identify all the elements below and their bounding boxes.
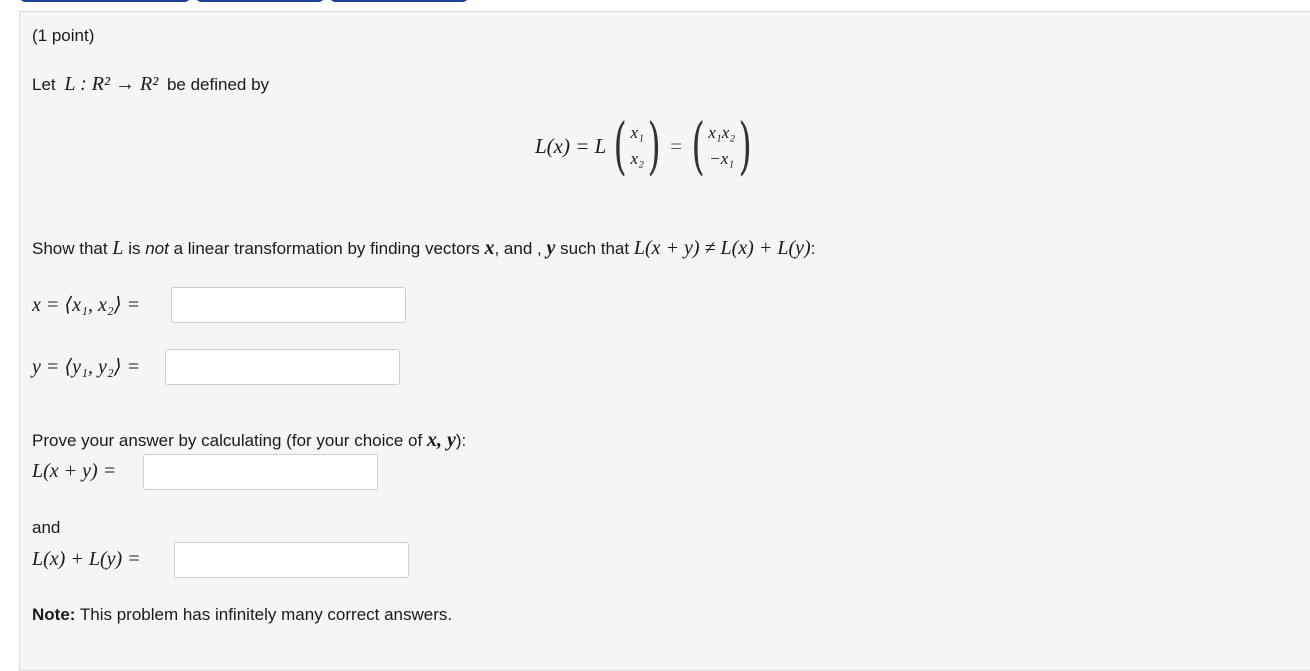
- note-text: This problem has infinitely many correct…: [75, 605, 453, 624]
- vector-x-symbol: x: [484, 237, 495, 259]
- y-answer-input[interactable]: [165, 349, 400, 385]
- split-label: L(x) + L(y) =: [32, 548, 141, 570]
- intro-line: Let L : R² → R² be defined by: [32, 74, 269, 95]
- points-label: (1 point): [32, 26, 95, 45]
- output-vector-top: x₁x₂: [708, 123, 736, 142]
- top-tab-3[interactable]: [330, 0, 468, 2]
- map-symbol: L: [112, 237, 124, 259]
- sum-answer-input[interactable]: [143, 454, 378, 490]
- right-paren-icon: ): [647, 109, 661, 182]
- prove-vars: x, y: [426, 429, 456, 451]
- prove-text: Prove your answer by calculating (for yo…: [32, 431, 423, 450]
- prove-close: ):: [455, 431, 467, 450]
- instruction-part3: a linear transformation by finding vecto…: [173, 239, 480, 258]
- input-vector-bottom: x₂: [630, 149, 645, 168]
- instruction-part1: Show that: [32, 239, 108, 258]
- intro-map: L : R² → R²: [64, 73, 159, 95]
- inequality-formula: L(x + y) ≠ L(x) + L(y): [633, 237, 811, 259]
- input-vector-top: x₁: [630, 123, 645, 142]
- instruction-part5: such that: [560, 239, 630, 258]
- note-line: Note: This problem has infinitely many c…: [32, 605, 452, 625]
- sum-label: L(x + y) =: [32, 460, 117, 482]
- x-field-label: x = ⟨x₁, x₂⟩ =: [32, 294, 141, 316]
- right-paren-icon: ): [738, 109, 752, 182]
- vector-y-symbol: y: [546, 237, 556, 259]
- split-answer-input[interactable]: [174, 542, 409, 578]
- y-field-label: y = ⟨y₁, y₂⟩ =: [32, 356, 141, 378]
- intro-suffix: be defined by: [166, 75, 270, 94]
- note-label: Note:: [32, 605, 76, 624]
- output-vector: x₁x₂ −x₁: [708, 120, 735, 172]
- definition-formula: L(x) = L ( x₁ x₂ ) = ( x₁x₂ −x₁ ): [535, 109, 757, 182]
- input-vector: x₁ x₂: [631, 120, 644, 172]
- x-answer-input[interactable]: [171, 287, 406, 323]
- left-paren-icon: (: [613, 109, 628, 182]
- instruction-part4: , and ,: [494, 239, 542, 258]
- equals-sign: =: [670, 133, 683, 158]
- and-label: and: [32, 518, 61, 537]
- instruction-part2: is: [128, 239, 141, 258]
- top-tab-1[interactable]: [20, 0, 190, 2]
- intro-prefix: Let: [32, 75, 56, 94]
- instruction-not: not: [145, 239, 169, 258]
- formula-lhs: L(x) = L: [535, 133, 607, 158]
- instruction-colon: :: [810, 239, 816, 258]
- left-paren-icon: (: [691, 109, 705, 182]
- instruction-line: Show that L is not a linear transformati…: [32, 238, 815, 259]
- prove-line: Prove your answer by calculating (for yo…: [32, 430, 466, 451]
- output-vector-bottom: −x₁: [709, 149, 735, 168]
- top-tab-2[interactable]: [196, 0, 324, 2]
